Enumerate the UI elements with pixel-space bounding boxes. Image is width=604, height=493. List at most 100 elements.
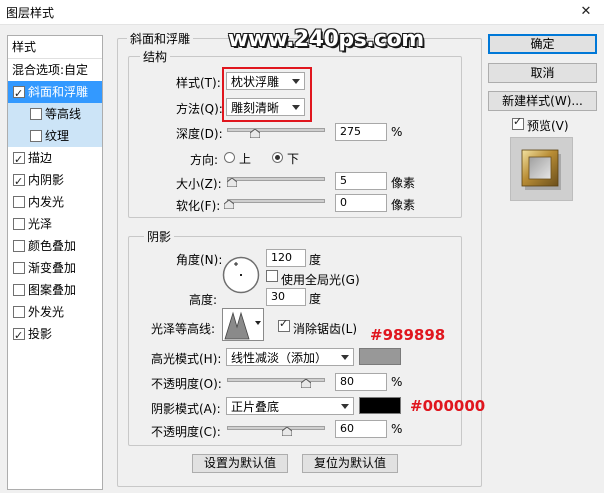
soften-unit: 像素	[391, 198, 416, 212]
list-header-styles[interactable]: 样式	[8, 36, 102, 58]
list-item-gradient-overlay[interactable]: 渐变叠加	[8, 257, 102, 279]
highlight-color-annotation: #989898	[370, 326, 446, 344]
list-item-bevel-emboss[interactable]: 斜面和浮雕	[8, 81, 102, 105]
shadow-mode-label: 阴影模式(A):	[151, 402, 221, 416]
watermark-text: www.240ps.com	[228, 27, 424, 52]
method-select-value: 雕刻清晰	[231, 101, 280, 115]
opacity2-input[interactable]: 60	[335, 420, 387, 438]
angle-unit: 度	[309, 253, 322, 267]
list-header-blending-options[interactable]: 混合选项:自定	[8, 58, 102, 81]
chevron-down-icon	[341, 404, 349, 409]
list-item-color-overlay[interactable]: 颜色叠加	[8, 235, 102, 257]
highlight-color-swatch[interactable]	[359, 348, 401, 365]
antialias-checkbox[interactable]	[278, 317, 290, 332]
depth-slider-thumb[interactable]	[250, 129, 260, 138]
reset-default-button[interactable]: 复位为默认值	[302, 454, 398, 473]
style-preview-thumbnail	[510, 137, 573, 201]
size-input[interactable]: 5	[335, 172, 387, 190]
list-item-drop-shadow[interactable]: 投影	[8, 323, 102, 347]
structure-title: 结构	[140, 48, 171, 65]
opacity1-input[interactable]: 80	[335, 373, 387, 391]
altitude-unit: 度	[309, 292, 322, 306]
outer-glow-checkbox[interactable]	[13, 306, 25, 318]
soften-label: 软化(F):	[176, 199, 221, 213]
altitude-input[interactable]: 30	[266, 288, 306, 306]
size-slider-track[interactable]	[227, 177, 325, 181]
window-title: 图层样式	[6, 6, 55, 20]
list-item-outer-glow[interactable]: 外发光	[8, 301, 102, 323]
soften-slider-thumb[interactable]	[224, 200, 234, 209]
ok-button[interactable]: 确定	[488, 34, 597, 54]
shadow-color-swatch[interactable]	[359, 397, 401, 414]
depth-input[interactable]: 275	[335, 123, 387, 141]
size-slider-thumb[interactable]	[227, 178, 237, 187]
list-item-inner-shadow[interactable]: 内阴影	[8, 169, 102, 193]
size-label: 大小(Z):	[176, 177, 222, 191]
list-item-satin[interactable]: 光泽	[8, 213, 102, 235]
opacity2-unit: %	[391, 422, 403, 436]
direction-up-radio[interactable]	[224, 152, 235, 163]
gradient-overlay-checkbox[interactable]	[13, 262, 25, 274]
direction-down-label: 下	[287, 152, 300, 166]
stroke-checkbox[interactable]	[13, 149, 25, 171]
antialias-label: 消除锯齿(L)	[293, 322, 358, 336]
list-item-stroke[interactable]: 描边	[8, 147, 102, 171]
drop-shadow-checkbox[interactable]	[13, 325, 25, 347]
method-label: 方法(Q):	[176, 102, 223, 116]
highlight-mode-value: 线性减淡（添加）	[231, 351, 328, 365]
soften-input[interactable]: 0	[335, 194, 387, 212]
opacity1-slider-thumb[interactable]	[301, 379, 311, 388]
depth-label: 深度(D):	[176, 127, 223, 141]
preview-label: 预览(V)	[527, 119, 569, 133]
pattern-overlay-checkbox[interactable]	[13, 284, 25, 296]
opacity2-slider-thumb[interactable]	[282, 427, 292, 436]
satin-checkbox[interactable]	[13, 218, 25, 230]
contour-checkbox[interactable]	[30, 108, 42, 120]
list-item-pattern-overlay[interactable]: 图案叠加	[8, 279, 102, 301]
preview-checkbox[interactable]	[512, 115, 524, 130]
opacity2-slider-track[interactable]	[227, 426, 325, 430]
highlight-mode-select[interactable]: 线性减淡（添加）	[226, 348, 354, 366]
angle-input[interactable]: 120	[266, 249, 306, 267]
cancel-button[interactable]: 取消	[488, 63, 597, 83]
size-unit: 像素	[391, 176, 416, 190]
chevron-down-icon	[341, 355, 349, 360]
highlight-mode-label: 高光模式(H):	[151, 352, 222, 366]
chevron-down-icon	[255, 321, 261, 325]
style-select-value: 枕状浮雕	[231, 75, 280, 89]
list-item-contour[interactable]: 等高线	[8, 103, 102, 125]
style-select[interactable]: 枕状浮雕	[226, 72, 305, 90]
style-list: 样式 混合选项:自定 斜面和浮雕 等高线 纹理 描边 内阴影 内发光 光泽 颜色…	[7, 35, 103, 490]
shadow-mode-value: 正片叠底	[231, 400, 280, 414]
inner-shadow-checkbox[interactable]	[13, 171, 25, 193]
direction-label: 方向:	[190, 153, 219, 167]
gloss-contour-picker[interactable]	[222, 308, 264, 341]
make-default-button[interactable]: 设置为默认值	[192, 454, 288, 473]
color-overlay-checkbox[interactable]	[13, 240, 25, 252]
chevron-down-icon	[292, 105, 300, 110]
shadow-color-annotation: #000000	[410, 397, 486, 415]
texture-checkbox[interactable]	[30, 130, 42, 142]
inner-glow-checkbox[interactable]	[13, 196, 25, 208]
method-select[interactable]: 雕刻清晰	[226, 98, 305, 116]
gloss-contour-label: 光泽等高线:	[151, 322, 216, 336]
close-icon[interactable]: ✕	[571, 2, 601, 21]
chevron-down-icon	[292, 79, 300, 84]
global-light-checkbox[interactable]	[266, 270, 278, 282]
bevel-group-title: 斜面和浮雕	[127, 30, 194, 47]
style-label: 样式(T):	[176, 76, 221, 90]
title-bar: 图层样式 ✕	[0, 0, 604, 25]
direction-down-radio[interactable]	[272, 152, 283, 163]
bevel-checkbox[interactable]	[13, 83, 25, 105]
opacity1-label: 不透明度(O):	[151, 377, 222, 391]
direction-up-label: 上	[239, 152, 252, 166]
list-item-inner-glow[interactable]: 内发光	[8, 191, 102, 213]
depth-slider-track[interactable]	[227, 128, 325, 132]
depth-unit: %	[391, 125, 403, 139]
shadow-mode-select[interactable]: 正片叠底	[226, 397, 354, 415]
angle-dial[interactable]	[222, 256, 260, 294]
list-item-texture[interactable]: 纹理	[8, 125, 102, 147]
soften-slider-track[interactable]	[227, 199, 325, 203]
angle-label: 角度(N):	[176, 253, 223, 267]
new-style-button[interactable]: 新建样式(W)...	[488, 91, 597, 111]
